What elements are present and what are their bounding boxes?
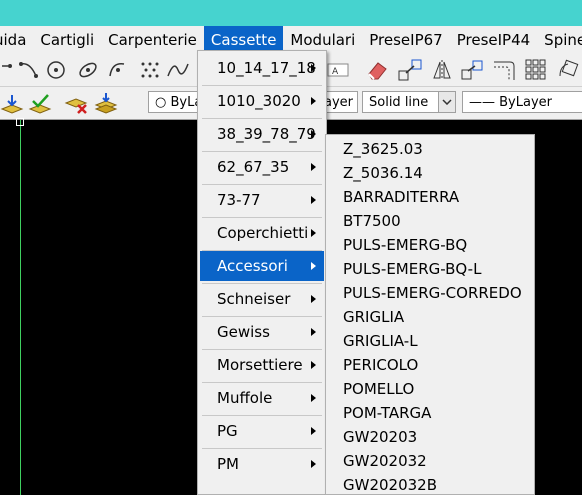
submenu-item[interactable]: GW202032 bbox=[343, 449, 427, 473]
offset-icon[interactable] bbox=[492, 58, 516, 82]
submenu-item[interactable]: PULS-EMERG-BQ-L bbox=[343, 257, 481, 281]
menu-preseip67[interactable]: PreseIP67 bbox=[362, 26, 449, 54]
submenu-item[interactable]: PULS-EMERG-BQ bbox=[343, 233, 467, 257]
menu-item-pm[interactable]: PM bbox=[200, 449, 324, 479]
layer-delete-icon[interactable] bbox=[64, 91, 88, 115]
layer-check-icon[interactable] bbox=[28, 91, 52, 115]
menu-item-schneiser[interactable]: Schneiser bbox=[200, 284, 324, 314]
submenu-item[interactable]: Z_5036.14 bbox=[343, 161, 423, 185]
submenu-item[interactable]: Z_3625.03 bbox=[343, 137, 423, 161]
submenu-item[interactable]: POM-TARGA bbox=[343, 401, 431, 425]
color-value: ayer bbox=[324, 95, 354, 110]
menu-item-coperchietti[interactable]: Coperchietti bbox=[200, 218, 324, 248]
title-bar bbox=[0, 0, 582, 26]
lineweight-dropdown[interactable]: —— ByLayer bbox=[462, 91, 582, 113]
submenu-item[interactable]: PERICOLO bbox=[343, 353, 418, 377]
ellipse-arc-icon[interactable] bbox=[106, 58, 130, 82]
submenu-arrow-icon bbox=[311, 196, 316, 204]
cassette-menu: 10_14_17_18 1010_3020 38_39_78_79 62_67_… bbox=[197, 50, 327, 495]
menu-item-label: Gewiss bbox=[217, 323, 270, 341]
rotate-icon[interactable] bbox=[556, 58, 580, 82]
menu-item-label: 62_67_35 bbox=[217, 158, 290, 176]
submenu-arrow-icon bbox=[311, 427, 316, 435]
menu-preseip44[interactable]: PreseIP44 bbox=[450, 26, 537, 54]
submenu-arrow-icon bbox=[311, 394, 316, 402]
submenu-arrow-icon bbox=[311, 328, 316, 336]
linetype-dropdown[interactable]: Solid line bbox=[362, 91, 456, 113]
menu-item-label: 1010_3020 bbox=[217, 92, 301, 110]
submenu-item[interactable]: GRIGLIA-L bbox=[343, 329, 418, 353]
menu-cartigli[interactable]: Cartigli bbox=[33, 26, 101, 54]
layer-stack-icon[interactable] bbox=[94, 91, 118, 115]
layer-save-icon[interactable] bbox=[0, 91, 24, 115]
submenu-arrow-icon bbox=[311, 229, 316, 237]
menu-item-label: 38_39_78_79 bbox=[217, 125, 316, 143]
eraser-icon[interactable] bbox=[366, 58, 390, 82]
circle-icon[interactable] bbox=[44, 58, 68, 82]
ellipse-icon[interactable] bbox=[76, 58, 100, 82]
menu-item-muffole[interactable]: Muffole bbox=[200, 383, 324, 413]
menu-item-label: Schneiser bbox=[217, 290, 291, 308]
submenu-arrow-icon bbox=[311, 97, 316, 105]
menu-item-73-77[interactable]: 73-77 bbox=[200, 185, 324, 215]
array-icon[interactable] bbox=[524, 58, 548, 82]
submenu-item[interactable]: GRIGLIA bbox=[343, 305, 404, 329]
submenu-arrow-icon bbox=[311, 361, 316, 369]
menu-item-pg[interactable]: PG bbox=[200, 416, 324, 446]
point-icon[interactable] bbox=[138, 58, 162, 82]
menu-item-label: Coperchietti bbox=[217, 224, 309, 242]
arc-icon[interactable] bbox=[18, 58, 42, 82]
lineweight-value: —— ByLayer bbox=[469, 95, 552, 110]
submenu-item[interactable]: GW202032B bbox=[343, 473, 437, 494]
menu-guida[interactable]: uida bbox=[0, 26, 33, 54]
svg-text:A: A bbox=[332, 67, 339, 77]
spline-icon[interactable] bbox=[166, 58, 190, 82]
menu-item-label: PG bbox=[217, 422, 238, 440]
cursor-pickbox bbox=[16, 118, 24, 126]
menu-carpenterie[interactable]: Carpenterie bbox=[101, 26, 204, 54]
menu-item-10-14-17-18[interactable]: 10_14_17_18 bbox=[200, 53, 324, 83]
menu-item-label: PM bbox=[217, 455, 239, 473]
menu-item-label: Accessori bbox=[217, 257, 288, 275]
mirror-icon[interactable] bbox=[430, 58, 454, 82]
chevron-down-icon[interactable] bbox=[438, 92, 455, 112]
menu-item-gewiss[interactable]: Gewiss bbox=[200, 317, 324, 347]
menu-spine[interactable]: Spine bbox=[537, 26, 582, 54]
submenu-arrow-icon bbox=[311, 295, 316, 303]
linetype-value: Solid line bbox=[369, 95, 429, 110]
menu-item-1010-3020[interactable]: 1010_3020 bbox=[200, 86, 324, 116]
submenu-arrow-icon bbox=[311, 130, 316, 138]
submenu-item[interactable]: POMELLO bbox=[343, 377, 414, 401]
menu-item-62-67-35[interactable]: 62_67_35 bbox=[200, 152, 324, 182]
copy-icon[interactable] bbox=[460, 58, 484, 82]
submenu-item[interactable]: PULS-EMERG-CORREDO bbox=[343, 281, 522, 305]
text-box-icon[interactable]: A bbox=[326, 58, 350, 82]
menu-item-morsettiere[interactable]: Morsettiere bbox=[200, 350, 324, 380]
submenu-item[interactable]: GW20203 bbox=[343, 425, 417, 449]
menu-item-label: 73-77 bbox=[217, 191, 261, 209]
layer-circle-icon: ○ bbox=[155, 95, 171, 110]
menu-item-38-39-78-79[interactable]: 38_39_78_79 bbox=[200, 119, 324, 149]
submenu-arrow-icon bbox=[311, 460, 316, 468]
menu-item-label: Muffole bbox=[217, 389, 273, 407]
menu-item-label: 10_14_17_18 bbox=[217, 59, 316, 77]
submenu-arrow-icon bbox=[311, 163, 316, 171]
menu-item-accessori[interactable]: Accessori bbox=[200, 251, 324, 281]
submenu-arrow-icon bbox=[311, 64, 316, 72]
submenu-item[interactable]: BT7500 bbox=[343, 209, 401, 233]
submenu-arrow-icon bbox=[311, 262, 316, 270]
accessori-submenu: Z_3625.03 Z_5036.14 BARRADITERRA BT7500 … bbox=[325, 134, 535, 495]
menu-item-label: Morsettiere bbox=[217, 356, 303, 374]
canvas-axis-line bbox=[20, 120, 21, 495]
move-icon[interactable] bbox=[398, 58, 422, 82]
submenu-item[interactable]: BARRADITERRA bbox=[343, 185, 459, 209]
